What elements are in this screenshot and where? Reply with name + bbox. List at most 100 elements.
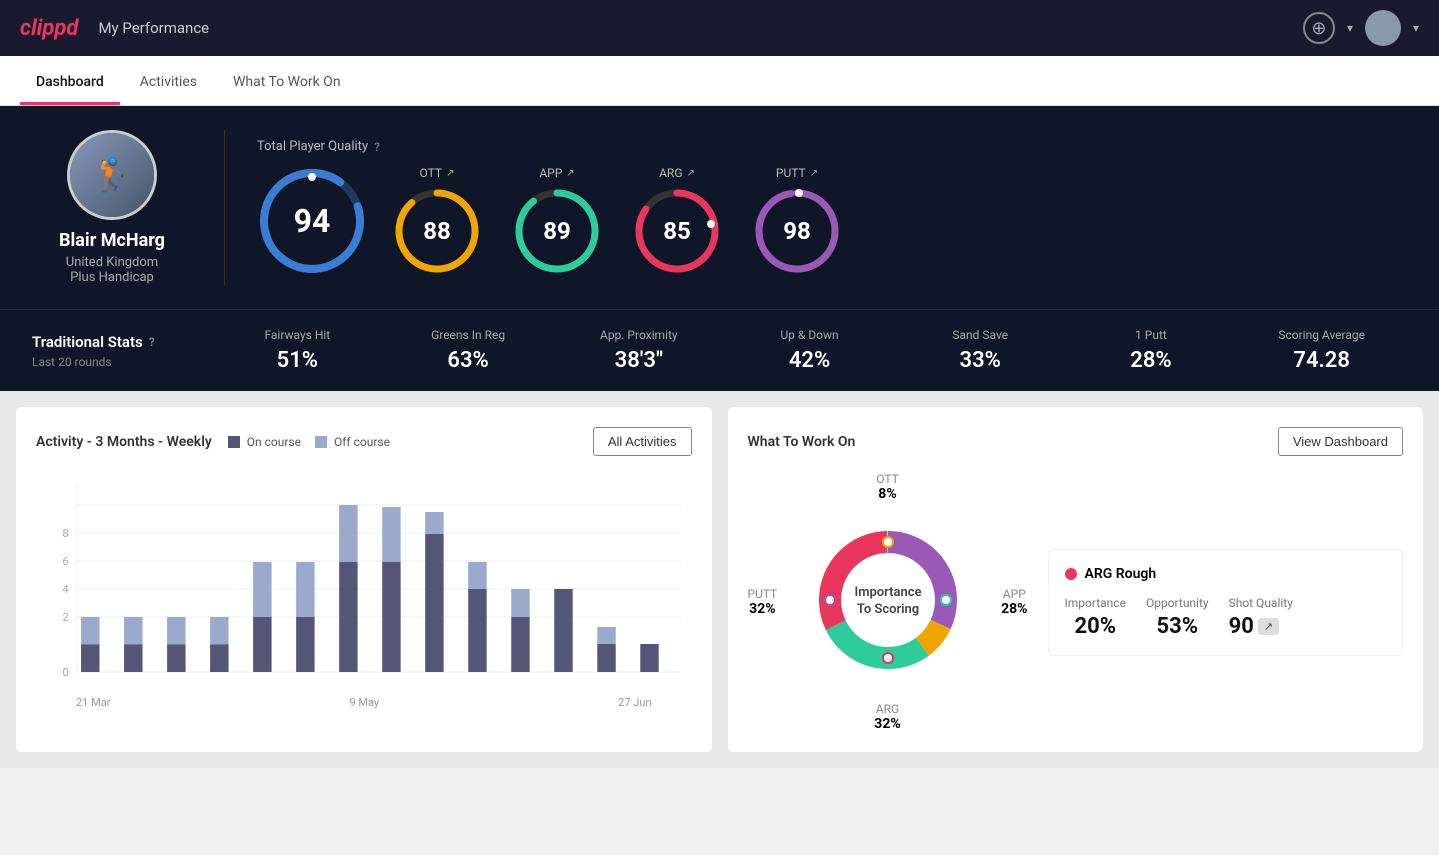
stat-app-value: 38'3" (553, 348, 724, 373)
donut-svg: Importance To Scoring (808, 520, 968, 680)
bar-14-on (640, 644, 658, 672)
stat-scoring-name: Scoring Average (1236, 328, 1407, 342)
arg-opportunity-value: 53% (1146, 614, 1209, 639)
bar-3-on (167, 645, 185, 673)
chart-x-labels: 21 Mar 9 May 27 Jun (36, 692, 692, 709)
main-circle-wrap: 94 (257, 166, 367, 276)
avatar-chevron: ▾ (1413, 21, 1419, 35)
bar-8-off (382, 507, 400, 562)
putt-segment-pct: 32% (748, 601, 778, 617)
bar-8-on (382, 562, 400, 672)
stat-greens-value: 63% (383, 348, 554, 373)
add-chevron: ▾ (1347, 21, 1353, 35)
x-label-3: 27 Jun (618, 696, 651, 709)
tab-what-to-work-on[interactable]: What To Work On (217, 60, 357, 105)
shot-quality-badge: ↗ (1258, 618, 1279, 635)
app-arrow: ↗ (566, 168, 574, 179)
arg-circle-wrap: 85 (632, 186, 722, 276)
activity-card: Activity - 3 Months - Weekly On course O… (16, 407, 712, 752)
ott-label: OTT ↗ (420, 166, 455, 180)
stat-scoring-value: 74.28 (1236, 348, 1407, 373)
stats-subtitle: Last 20 rounds (32, 355, 212, 369)
bar-4-on (210, 645, 228, 673)
view-dashboard-button[interactable]: View Dashboard (1278, 427, 1403, 456)
bar-6-off (296, 562, 314, 617)
ott-value: 88 (423, 217, 451, 245)
app-segment-pct: 28% (1001, 601, 1027, 617)
add-button[interactable]: ⊕ (1303, 12, 1335, 44)
all-activities-button[interactable]: All Activities (593, 427, 692, 456)
x-label-2: 9 May (349, 696, 379, 709)
arg-segment-pct: 32% (874, 716, 900, 732)
nav-title: My Performance (98, 19, 209, 37)
arg-segment-name: ARG (874, 702, 900, 716)
stats-row: Traditional Stats ? Last 20 rounds Fairw… (0, 309, 1439, 391)
stat-ud-value: 42% (724, 348, 895, 373)
bar-2-off (124, 617, 142, 645)
stat-ud-name: Up & Down (724, 328, 895, 342)
arg-info-box: ARG Rough Importance 20% Opportunity 53%… (1048, 549, 1404, 656)
stat-ss-name: Sand Save (895, 328, 1066, 342)
stat-putt-value: 28% (1066, 348, 1237, 373)
stats-info-icon[interactable]: ? (149, 335, 155, 349)
arg-importance-label: Importance (1065, 596, 1126, 610)
arg-sq-value-wrap: 90 ↗ (1229, 614, 1293, 639)
arg-sq-label: Shot Quality (1229, 596, 1293, 610)
bar-2-on (124, 645, 142, 673)
bar-11-on (511, 617, 529, 672)
putt-circle-wrap: 98 (752, 186, 842, 276)
activity-card-header: Activity - 3 Months - Weekly On course O… (36, 427, 692, 456)
tpq-main-value: 94 (294, 202, 331, 240)
arg-metrics: Importance 20% Opportunity 53% Shot Qual… (1065, 596, 1387, 639)
user-avatar-button[interactable] (1365, 10, 1401, 46)
scores-section: Total Player Quality ? 94 (257, 139, 1407, 276)
tabs-bar: Dashboard Activities What To Work On (0, 56, 1439, 106)
arg-sq-value: 90 (1229, 614, 1254, 639)
bar-4-off (210, 617, 228, 645)
wtwo-title: What To Work On (748, 434, 856, 450)
arg-opportunity: Opportunity 53% (1146, 596, 1209, 639)
avatar-placeholder (1365, 10, 1401, 46)
player-handicap: Plus Handicap (70, 270, 154, 285)
activity-chart-svg: 0 2 4 6 8 (36, 472, 692, 692)
svg-text:2: 2 (62, 611, 68, 624)
tab-dashboard[interactable]: Dashboard (20, 60, 120, 105)
player-country: United Kingdom (66, 255, 158, 270)
on-course-legend: On course (228, 435, 301, 449)
hero-divider (224, 130, 225, 285)
what-to-work-on-card: What To Work On View Dashboard OTT 8% AP… (728, 407, 1424, 752)
putt-value: 98 (783, 217, 811, 245)
bar-9-off (425, 512, 443, 534)
stat-putt-name: 1 Putt (1066, 328, 1237, 342)
arg-dot-icon (1065, 568, 1077, 580)
bar-7-off (339, 505, 357, 562)
svg-text:8: 8 (62, 527, 68, 540)
svg-text:4: 4 (62, 583, 68, 596)
svg-text:6: 6 (62, 555, 68, 568)
lower-section: Activity - 3 Months - Weekly On course O… (0, 391, 1439, 768)
bar-3-off (167, 617, 185, 645)
stat-app-name: App. Proximity (553, 328, 724, 342)
bar-12-on (554, 589, 572, 672)
nav-left: clippd My Performance (20, 16, 209, 41)
putt-segment-label: PUTT 32% (748, 587, 778, 617)
tpq-label: Total Player Quality ? (257, 139, 1407, 154)
putt-arrow: ↗ (810, 168, 818, 179)
tpq-info-icon[interactable]: ? (374, 140, 380, 154)
off-course-dot (315, 436, 327, 448)
app-circle-wrap: 89 (512, 186, 602, 276)
stats-label-block: Traditional Stats ? Last 20 rounds (32, 333, 212, 369)
arg-segment-label: ARG 32% (874, 702, 900, 732)
stat-fairways-hit: Fairways Hit 51% (212, 328, 383, 373)
wtwo-header: What To Work On View Dashboard (748, 427, 1404, 456)
app-circle: APP ↗ 89 (507, 166, 607, 276)
app-label: APP ↗ (539, 166, 574, 180)
ott-segment-pct: 8% (876, 486, 899, 502)
stat-app-proximity: App. Proximity 38'3" (553, 328, 724, 373)
tpq-main-score: 94 (257, 166, 367, 276)
arg-importance-value: 20% (1065, 614, 1126, 639)
activity-chart-title: Activity - 3 Months - Weekly (36, 434, 212, 450)
player-avatar: 🏌️ (67, 130, 157, 220)
tab-activities[interactable]: Activities (124, 60, 213, 105)
putt-circle: PUTT ↗ 98 (747, 166, 847, 276)
